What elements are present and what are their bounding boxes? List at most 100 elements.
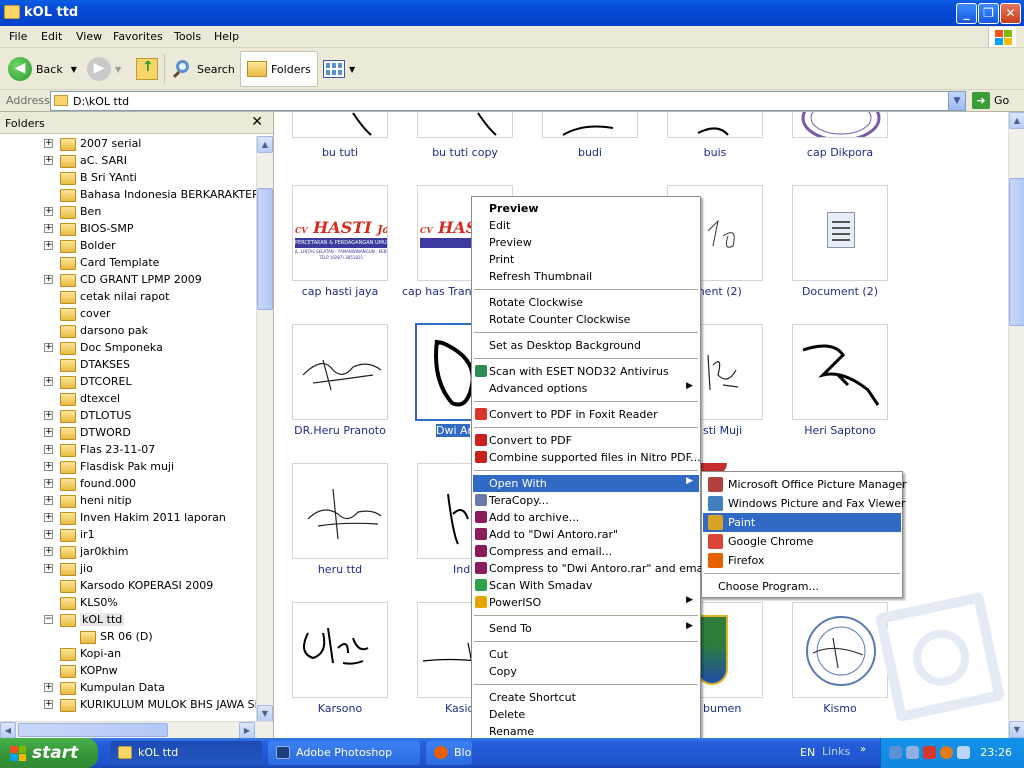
folder-tree-item[interactable]: cover (0, 306, 256, 323)
expand-toggle-icon[interactable]: + (44, 156, 53, 165)
context-menu-item[interactable]: Rotate Clockwise (473, 294, 699, 311)
file-label[interactable]: bu tuti (275, 146, 405, 159)
file-thumbnail[interactable] (292, 112, 388, 138)
context-menu-item[interactable]: Advanced options ▶ (473, 380, 699, 397)
forward-button[interactable]: ▶ ▼ (87, 54, 121, 84)
folder-tree-item[interactable]: darsono pak (0, 323, 256, 340)
folder-tree-item[interactable]: + Doc Smponeka (0, 340, 256, 357)
file-thumbnail[interactable] (792, 112, 888, 138)
start-button[interactable]: start (0, 738, 98, 768)
scroll-thumb[interactable] (257, 188, 273, 310)
expand-toggle-icon[interactable]: + (44, 564, 53, 573)
network-icon[interactable] (889, 746, 902, 759)
links-toolbar[interactable]: Links (822, 745, 850, 758)
folders-button[interactable]: Folders (240, 51, 318, 87)
folder-tree-item[interactable]: SR 06 (D) (0, 629, 256, 646)
expand-toggle-icon[interactable]: + (44, 139, 53, 148)
file-thumbnail[interactable] (792, 185, 888, 281)
file-thumbnail[interactable] (792, 324, 888, 420)
file-thumbnail[interactable] (667, 112, 763, 138)
folder-tree-item[interactable]: KLS0% (0, 595, 256, 612)
file-thumbnail[interactable] (542, 112, 638, 138)
context-menu-item[interactable]: Convert to PDF in Foxit Reader (473, 406, 699, 423)
scroll-up-icon[interactable]: ▲ (1009, 112, 1024, 129)
file-thumbnail[interactable] (417, 112, 513, 138)
folder-tree-item[interactable]: cetak nilai rapot (0, 289, 256, 306)
taskbar-item-browser[interactable]: Blo (426, 741, 472, 765)
search-button[interactable]: Search (171, 54, 235, 84)
folder-tree-item[interactable]: + DTWORD (0, 425, 256, 442)
expand-toggle-icon[interactable]: + (44, 683, 53, 692)
expand-toggle-icon[interactable]: + (44, 547, 53, 556)
open-with-item[interactable]: Firefox (703, 551, 901, 570)
file-label[interactable]: cap has Transp (402, 285, 484, 298)
warning-icon[interactable] (940, 746, 953, 759)
close-pane-icon[interactable]: ✕ (251, 114, 263, 130)
folder-tree-item[interactable]: + Bolder (0, 238, 256, 255)
menu-tools[interactable]: Tools (174, 30, 201, 43)
links-chevron-icon[interactable]: » (860, 744, 866, 755)
expand-toggle-icon[interactable]: + (44, 513, 53, 522)
folder-tree-item[interactable]: + Kumpulan Data (0, 680, 256, 697)
shield-icon[interactable] (923, 746, 936, 759)
context-menu-item[interactable]: Preview (473, 234, 699, 251)
minimize-button[interactable]: _ (956, 3, 977, 24)
maximize-button[interactable]: ❐ (978, 3, 999, 24)
menu-favorites[interactable]: Favorites (113, 30, 163, 43)
context-menu-item[interactable]: Send To ▶ (473, 620, 699, 637)
expand-toggle-icon[interactable]: + (44, 700, 53, 709)
context-menu-item[interactable]: Preview (473, 200, 699, 217)
scroll-down-icon[interactable]: ▼ (1009, 721, 1024, 738)
folder-tree-item[interactable]: + CD GRANT LPMP 2009 (0, 272, 256, 289)
context-menu-item[interactable]: Compress to "Dwi Antoro.rar" and email (473, 560, 709, 577)
scroll-thumb[interactable] (1009, 178, 1024, 326)
menu-file[interactable]: File (9, 30, 27, 43)
expand-toggle-icon[interactable]: + (44, 377, 53, 386)
menu-help[interactable]: Help (214, 30, 239, 43)
back-button[interactable]: ◀ Back ▼ (8, 54, 77, 84)
scroll-down-icon[interactable]: ▼ (257, 705, 273, 722)
open-with-item[interactable]: Windows Picture and Fax Viewer (703, 494, 906, 513)
expand-toggle-icon[interactable]: + (44, 428, 53, 437)
folder-tree-item[interactable]: + Flas 23-11-07 (0, 442, 256, 459)
expand-toggle-icon[interactable]: + (44, 207, 53, 216)
open-with-item[interactable]: Paint (703, 513, 901, 532)
hscroll-thumb[interactable] (18, 723, 168, 737)
context-menu-item[interactable]: Set as Desktop Background (473, 337, 699, 354)
file-label[interactable]: heru ttd (275, 563, 405, 576)
folder-tree-item[interactable]: + Flasdisk Pak muji (0, 459, 256, 476)
taskbar-item-photoshop[interactable]: Adobe Photoshop (268, 741, 420, 765)
folder-tree-item[interactable]: + DTCOREL (0, 374, 256, 391)
file-label-selected[interactable]: Dwi An (436, 424, 475, 437)
folders-vertical-scrollbar[interactable]: ▲ ▼ (256, 136, 273, 722)
folder-tree-item[interactable]: dtexcel (0, 391, 256, 408)
scroll-left-icon[interactable]: ◀ (0, 722, 16, 739)
folder-tree-item[interactable]: DTAKSES (0, 357, 256, 374)
expand-toggle-icon[interactable]: + (44, 479, 53, 488)
context-menu-item[interactable]: Edit (473, 217, 699, 234)
expand-toggle-icon[interactable]: + (44, 445, 53, 454)
folder-tree-item[interactable]: +2007 serial (0, 136, 256, 153)
context-menu-item[interactable]: Compress and email... (473, 543, 699, 560)
expand-toggle-icon[interactable]: + (44, 411, 53, 420)
context-menu-item[interactable]: Print (473, 251, 699, 268)
folder-tree-item[interactable]: + Ben (0, 204, 256, 221)
open-with-item[interactable]: Choose Program... (703, 577, 901, 596)
context-menu-item[interactable]: Cut (473, 646, 699, 663)
file-label[interactable]: buis (650, 146, 780, 159)
monitor-icon[interactable] (906, 746, 919, 759)
folder-tree-item[interactable]: + DTLOTUS (0, 408, 256, 425)
scroll-up-icon[interactable]: ▲ (257, 136, 273, 153)
file-thumbnail[interactable]: CV HASTI Jaya PERCETAKAN & PERDAGANGAN U… (292, 185, 388, 281)
file-thumbnail[interactable] (292, 602, 388, 698)
context-menu-item[interactable]: PowerISO ▶ (473, 594, 699, 611)
folder-tree-item[interactable]: B Sri YAnti (0, 170, 256, 187)
file-label[interactable]: bumen (703, 702, 753, 715)
context-menu-item[interactable]: Refresh Thumbnail (473, 268, 699, 285)
folder-tree-item[interactable]: Bahasa Indonesia BERKARAKTER_LE (0, 187, 256, 204)
back-dropdown-icon[interactable]: ▼ (71, 65, 77, 74)
file-label[interactable]: cap Dikpora (775, 146, 905, 159)
file-label[interactable]: Document (2) (775, 285, 905, 298)
folder-tree-item[interactable]: + Inven Hakim 2011 laporan (0, 510, 256, 527)
context-menu-item[interactable]: Add to archive... (473, 509, 699, 526)
